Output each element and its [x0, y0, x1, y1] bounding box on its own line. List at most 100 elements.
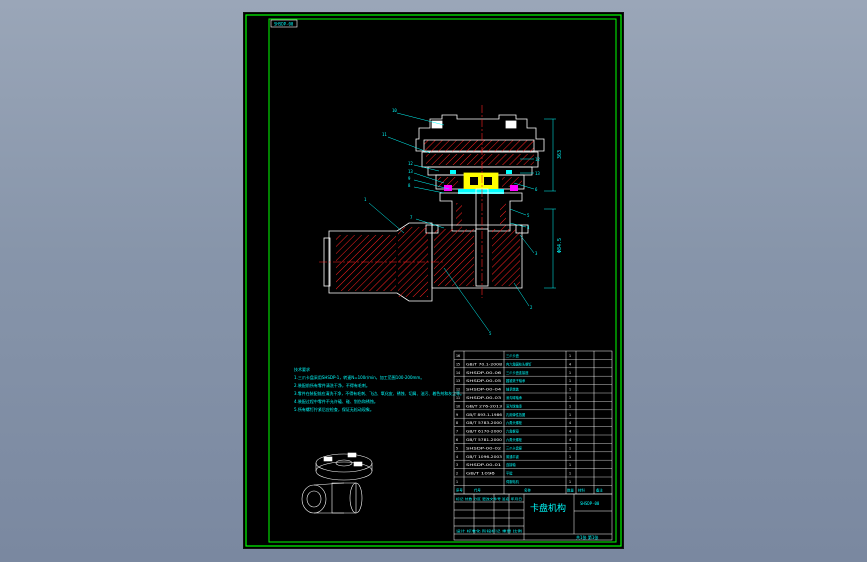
- bom-cell-name: 伺服电机: [506, 479, 520, 484]
- bom-cell-no: 10: [456, 404, 460, 408]
- title-block-row-b: 设计 标准化 阶段标记 重量 比例: [456, 528, 522, 533]
- code-box-text: SHSDP-00: [274, 22, 294, 27]
- bom-cell-qty: 4: [569, 438, 571, 442]
- title-block-row-c: 共1张 第1张: [576, 534, 598, 540]
- bom-cell-no: 2: [456, 472, 458, 476]
- bom-cell-no: 13: [456, 379, 460, 383]
- bom-header-name: 名称: [524, 487, 531, 492]
- svg-text:5: 5: [527, 213, 530, 218]
- bom-cell-name: 三爪卡盘连接座: [506, 370, 529, 375]
- svg-text:12: 12: [535, 157, 540, 162]
- dim-height: 363: [557, 150, 563, 159]
- bom-cell-name: 连接轴: [506, 462, 516, 467]
- bom-cell-qty: 4: [569, 421, 571, 425]
- bom-cell-qty: 1: [569, 354, 571, 358]
- svg-text:12: 12: [408, 161, 413, 166]
- bom-cell-qty: 1: [569, 396, 571, 400]
- svg-text:10: 10: [392, 108, 397, 113]
- bom-cell-code: GB/T 1096-2003: [466, 455, 502, 459]
- chuck-jaw-left: [431, 120, 443, 129]
- bom-cell-code: SHSDP-00-05: [466, 379, 501, 383]
- bom-cell-name: 深沟球轴承: [506, 395, 523, 400]
- bom-cell-qty: 4: [569, 362, 571, 366]
- bom-cell-name: 平键: [506, 471, 513, 476]
- bearing-block: [463, 172, 499, 192]
- bom-cell-no: 15: [456, 362, 460, 366]
- bom-cell-code: SHSDP-00-04: [466, 388, 501, 392]
- bom-cell-code: GB/T 1096: [466, 472, 495, 476]
- tech-line-1: 1.三爪卡盘采用SHSDP-1，转速N=100r/min，加工范围100-200…: [294, 374, 424, 380]
- bom-header-remark: 备注: [596, 487, 603, 492]
- svg-text:11: 11: [382, 132, 387, 137]
- bom-cell-name: 六角头螺栓: [506, 437, 523, 442]
- bom-cell-name: 三爪卡盘: [506, 353, 520, 358]
- bom-cell-qty: 1: [569, 388, 571, 392]
- svg-text:5: 5: [489, 331, 492, 336]
- bom-cell-no: 5: [456, 446, 458, 450]
- svg-text:2: 2: [530, 305, 533, 310]
- svg-text:4: 4: [527, 225, 530, 230]
- dimensions: [544, 118, 556, 289]
- tech-heading: 技术要求: [294, 366, 310, 372]
- bom-cell-qty: 1: [569, 455, 571, 459]
- tech-line-3: 3.零件在装配前应清洗干净，不得有毛刺、飞边、氧化皮、锈蚀、切屑、油污、着色剂和…: [294, 390, 464, 396]
- bom-cell-code: GB/T 276-2013: [466, 404, 502, 408]
- bom-cell-code: SHSDP-00-06: [466, 371, 501, 375]
- cad-drawing: SHSDP-00 363 Φ84.5 10 11 12 13 9 8 7 12 …: [245, 14, 622, 547]
- tech-line-5: 5.所有螺钉拧紧后应检查，保证无松动现象。: [294, 406, 374, 412]
- tech-line-2: 2.装配前所有零件清洗干净，不得有毛刺。: [294, 382, 370, 388]
- svg-text:3: 3: [535, 251, 538, 256]
- bom-cell-qty: 1: [569, 480, 571, 484]
- bom-cell-code: GB/T 5781-2000: [466, 438, 502, 442]
- bom-cell-no: 14: [456, 371, 460, 375]
- bom-cell-no: 16: [456, 354, 460, 358]
- bom-cell-name: 三爪卡盘座: [506, 445, 523, 450]
- svg-text:7: 7: [410, 215, 413, 220]
- bom-cell-no: 7: [456, 430, 458, 434]
- bom-cell-name: 六角螺母: [506, 429, 519, 434]
- bom-cell-no: 4: [456, 455, 458, 459]
- bom-cell-no: 8: [456, 421, 458, 425]
- isometric-view: [301, 452, 373, 514]
- bom-header-material: 材料: [578, 487, 585, 492]
- bom-cell-name: 深沟球轴承: [506, 403, 523, 408]
- bom-cell-qty: 1: [569, 371, 571, 375]
- bom-cell-qty: 1: [569, 379, 571, 383]
- chuck-jaw-right: [505, 120, 517, 129]
- tech-requirements: 技术要求 1.三爪卡盘采用SHSDP-1，转速N=100r/min，加工范围10…: [294, 366, 464, 412]
- bom-cell-qty: 1: [569, 472, 571, 476]
- svg-text:13: 13: [408, 169, 413, 174]
- bom-cell-no: 11: [456, 396, 460, 400]
- bom-cell-name: 圆锥滚子轴承: [506, 378, 526, 383]
- bom-cell-no: 6: [456, 438, 458, 442]
- outer-border: [245, 14, 622, 547]
- svg-text:6: 6: [535, 187, 538, 192]
- title-block-row-a: 标记 处数 分区 更改文件号 签名 年月日: [456, 496, 522, 501]
- svg-text:9: 9: [408, 176, 411, 181]
- bom-cell-qty: 4: [569, 430, 571, 434]
- section-view: [323, 114, 545, 302]
- bom-cell-qty: 1: [569, 404, 571, 408]
- title-block-title: 卡盘机构: [530, 502, 566, 514]
- tech-line-4: 4.装配过程中零件不允许磕、碰、划伤和锈蚀。: [294, 398, 378, 404]
- bom-cell-code: GB/T 5783-2000: [466, 421, 502, 425]
- bom-cell-code: SHSDP-00-01: [466, 463, 501, 467]
- bom-rows: 16 三爪卡盘 115 GB/T 70.1-2008 内六角圆柱头螺钉 414 SHSDP-…: [454, 353, 612, 492]
- bom-header-qty: 数量: [567, 487, 574, 492]
- bom-cell-qty: 1: [569, 413, 571, 417]
- bom-header-code: 代号: [474, 487, 481, 492]
- bom-cell-qty: 1: [569, 463, 571, 467]
- bom-cell-name: 轴承端盖: [506, 387, 520, 392]
- bom-cell-name: 内六角圆柱头螺钉: [506, 361, 532, 366]
- svg-text:13: 13: [535, 171, 540, 176]
- svg-text:8: 8: [408, 183, 411, 188]
- bom-cell-no: 1: [456, 480, 458, 484]
- bom-cell-no: 12: [456, 388, 460, 392]
- bom-cell-no: 3: [456, 463, 458, 467]
- bom-cell-qty: 1: [569, 446, 571, 450]
- dim-diameter: Φ84.5: [557, 238, 563, 253]
- bom-cell-code: GB/T 6170-2000: [466, 430, 502, 434]
- bom-cell-name: 普通平键: [506, 454, 520, 459]
- bom-cell-no: 9: [456, 413, 458, 417]
- bom-header-no: 序号: [456, 487, 463, 492]
